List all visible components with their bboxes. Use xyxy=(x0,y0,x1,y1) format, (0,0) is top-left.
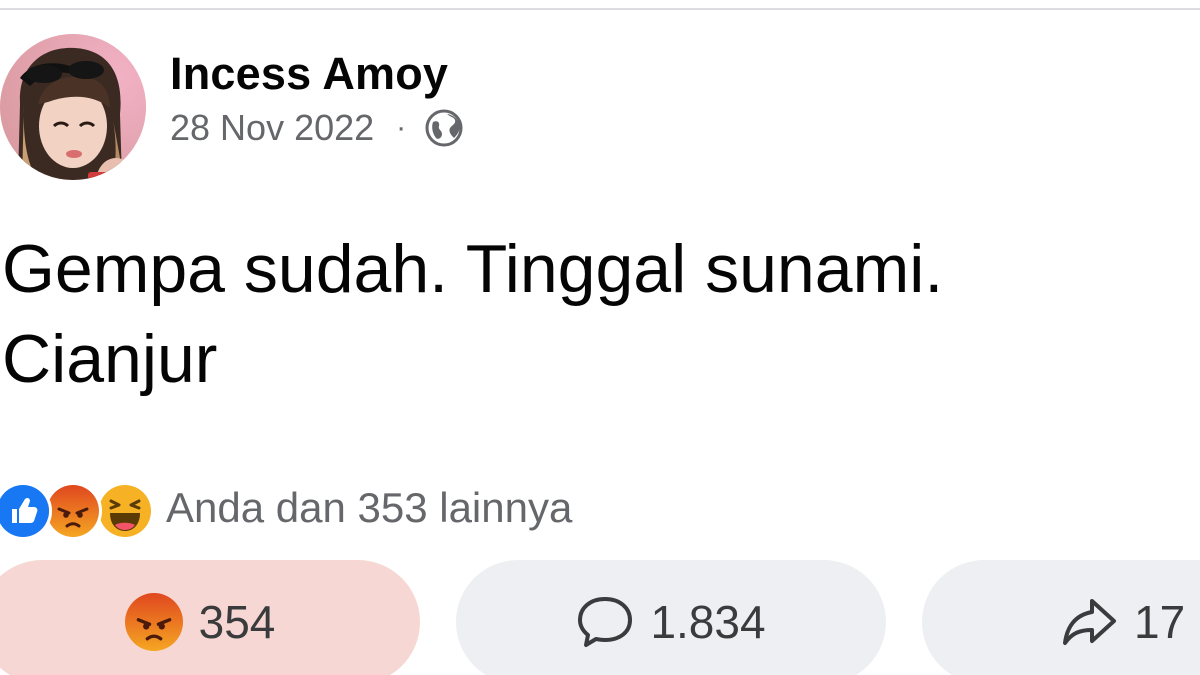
react-count: 354 xyxy=(198,596,276,648)
share-count: 17 xyxy=(1134,596,1186,648)
angry-icon xyxy=(44,482,102,540)
angry-icon xyxy=(124,593,183,651)
meta-separator: · xyxy=(396,111,407,144)
author-avatar[interactable] xyxy=(0,34,146,180)
reaction-icons xyxy=(0,480,158,540)
post-text: Gempa sudah. Tinggal sunami. Cianjur xyxy=(2,231,944,398)
comment-button[interactable]: 1.834 xyxy=(456,560,886,675)
avatar-photo xyxy=(0,34,146,180)
post-card: Incess Amoy 28 Nov 2022 · Gempa sudah. T… xyxy=(0,0,1200,675)
share-button[interactable]: 17 xyxy=(922,560,1200,675)
reactions-summary-row[interactable]: Anda dan 353 lainnya xyxy=(0,480,573,540)
post-meta: 28 Nov 2022 · xyxy=(170,106,464,150)
haha-icon xyxy=(96,482,154,540)
top-divider xyxy=(0,0,1200,10)
globe-icon xyxy=(425,109,463,147)
like-icon xyxy=(0,482,52,540)
comment-count: 1.834 xyxy=(650,596,766,648)
author-name[interactable]: Incess Amoy xyxy=(170,48,448,100)
share-icon xyxy=(1063,599,1116,645)
post-date[interactable]: 28 Nov 2022 xyxy=(170,107,374,149)
reaction-summary-text: Anda dan 353 lainnya xyxy=(166,484,573,531)
comment-icon xyxy=(578,597,633,647)
react-button[interactable]: 354 xyxy=(0,560,420,675)
